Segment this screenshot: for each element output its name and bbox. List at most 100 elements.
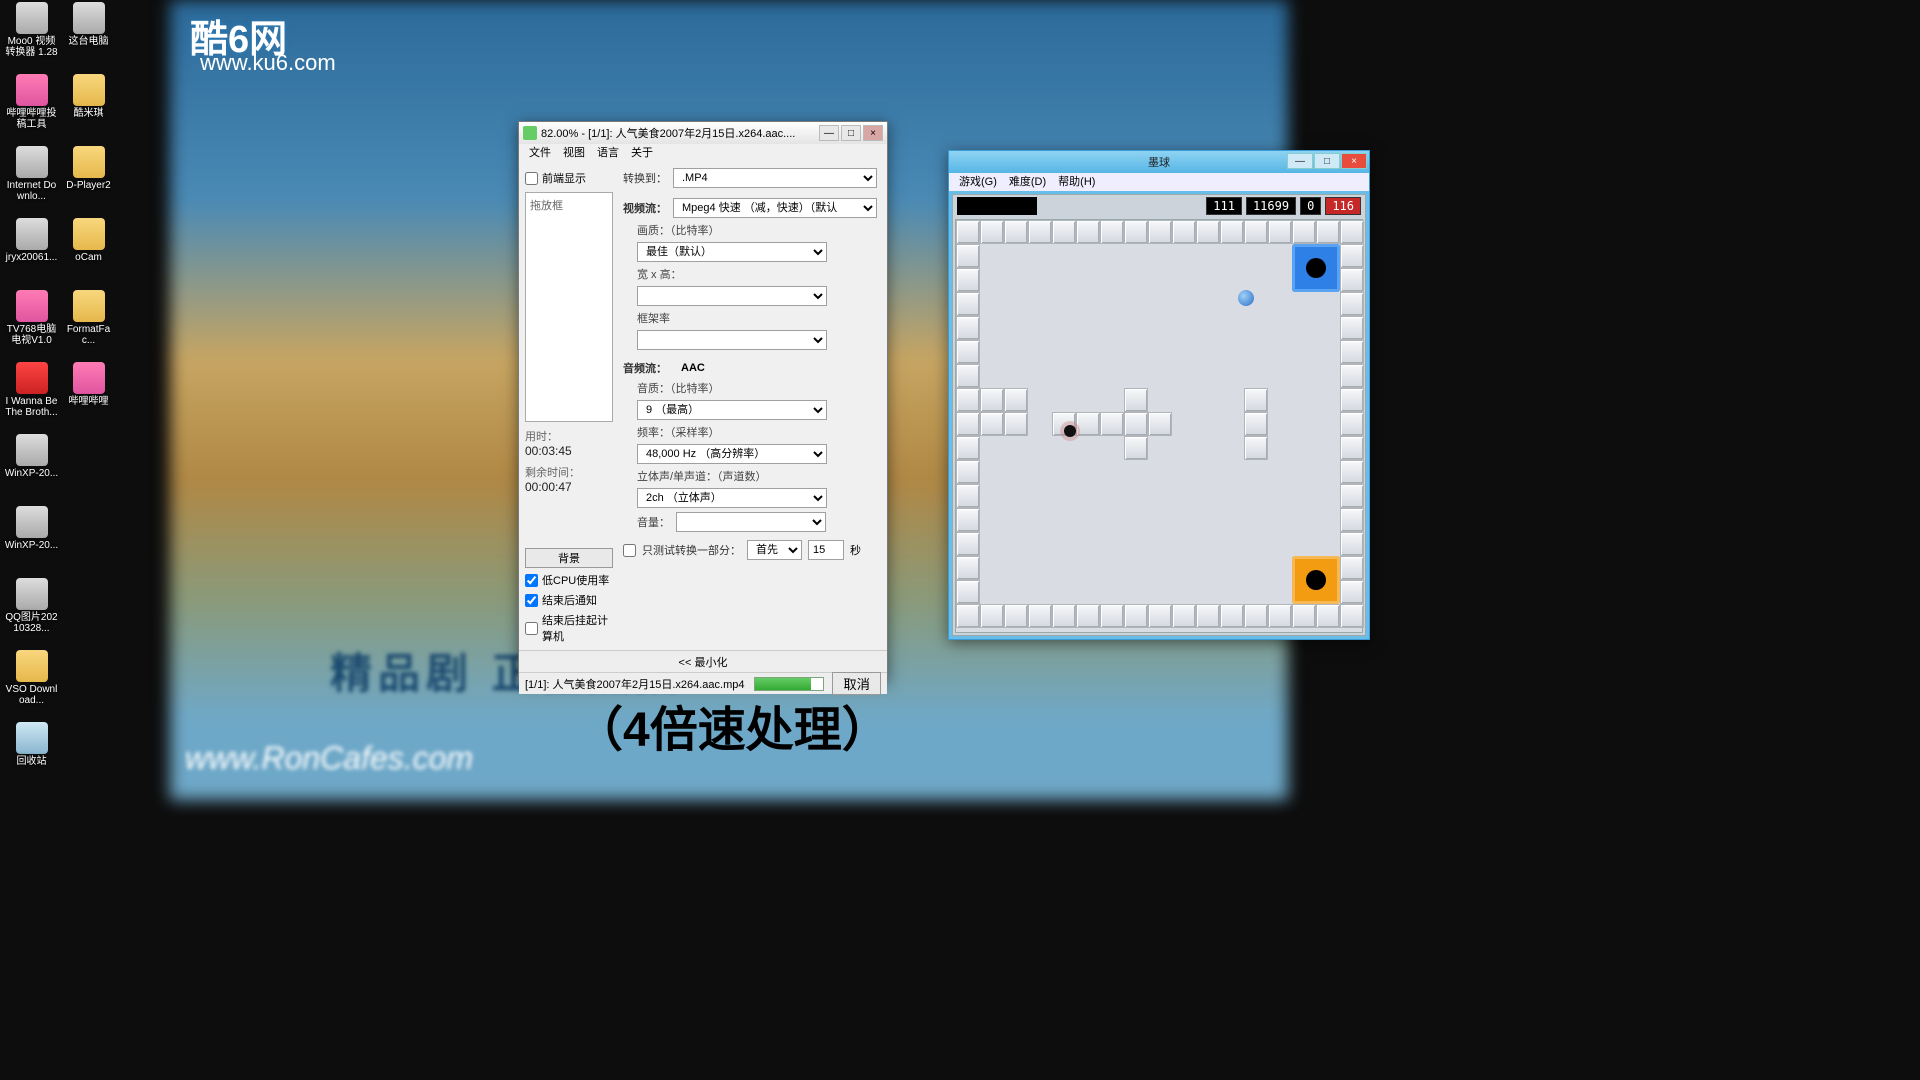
cancel-button[interactable]: 取消 <box>832 672 881 695</box>
board-tile[interactable] <box>956 556 980 580</box>
desktop-icon[interactable]: VSO Download... <box>4 650 59 718</box>
board-tile[interactable] <box>1316 604 1340 628</box>
finish-notify-checkbox[interactable] <box>525 594 538 607</box>
board-tile[interactable] <box>1100 604 1124 628</box>
board-tile[interactable] <box>956 292 980 316</box>
board-tile[interactable] <box>1292 220 1316 244</box>
framerate-select[interactable] <box>637 330 827 350</box>
channel-select[interactable]: 2ch （立体声） <box>637 488 827 508</box>
board-tile[interactable] <box>1004 604 1028 628</box>
board-tile[interactable] <box>1124 604 1148 628</box>
maximize-button[interactable]: □ <box>841 125 861 141</box>
convert-to-select[interactable]: .MP4 <box>673 168 877 188</box>
game-titlebar[interactable]: 墨球 — □ × <box>949 151 1369 173</box>
board-tile[interactable] <box>1148 220 1172 244</box>
game-window[interactable]: 墨球 — □ × 游戏(G)难度(D)帮助(H) 111 11699 0 116 <box>948 150 1370 640</box>
board-tile[interactable] <box>1340 340 1364 364</box>
board-tile[interactable] <box>956 436 980 460</box>
menu-item[interactable]: 关于 <box>631 144 653 162</box>
board-tile[interactable] <box>956 508 980 532</box>
game-minimize-button[interactable]: — <box>1287 153 1313 169</box>
desktop-icon[interactable]: FormatFac... <box>61 290 116 358</box>
board-tile[interactable] <box>1340 484 1364 508</box>
desktop-icon[interactable]: 回收站 <box>4 722 59 790</box>
wh-select[interactable] <box>637 286 827 306</box>
board-tile[interactable] <box>1244 412 1268 436</box>
partial-secs-input[interactable] <box>808 540 844 560</box>
desktop-icon[interactable]: 这台电脑 <box>61 2 116 70</box>
board-tile[interactable] <box>1004 220 1028 244</box>
board-tile[interactable] <box>956 412 980 436</box>
board-tile[interactable] <box>956 460 980 484</box>
board-tile[interactable] <box>1340 412 1364 436</box>
desktop-icon[interactable]: I Wanna Be The Broth... <box>4 362 59 430</box>
partial-checkbox[interactable] <box>623 544 636 557</box>
board-tile[interactable] <box>1028 604 1052 628</box>
board-tile[interactable] <box>1244 220 1268 244</box>
board-tile[interactable] <box>1172 604 1196 628</box>
menu-item[interactable]: 难度(D) <box>1009 173 1046 191</box>
board-tile[interactable] <box>1244 604 1268 628</box>
board-tile[interactable] <box>956 220 980 244</box>
board-tile[interactable] <box>1268 220 1292 244</box>
desktop-icon[interactable]: 酷米琪 <box>61 74 116 142</box>
board-tile[interactable] <box>956 316 980 340</box>
board-tile[interactable] <box>1076 604 1100 628</box>
board-tile[interactable] <box>1340 244 1364 268</box>
board-tile[interactable] <box>1340 364 1364 388</box>
board-tile[interactable] <box>1340 580 1364 604</box>
board-tile[interactable] <box>1076 412 1100 436</box>
quality-select[interactable]: 最佳（默认） <box>637 242 827 262</box>
menu-item[interactable]: 语言 <box>597 144 619 162</box>
board-tile[interactable] <box>980 220 1004 244</box>
board-tile[interactable] <box>1340 388 1364 412</box>
board-tile[interactable] <box>1220 220 1244 244</box>
board-tile[interactable] <box>1004 388 1028 412</box>
menu-item[interactable]: 文件 <box>529 144 551 162</box>
board-tile[interactable] <box>1172 220 1196 244</box>
desktop-icon[interactable]: jryx20061... <box>4 218 59 286</box>
board-tile[interactable] <box>1124 412 1148 436</box>
board-tile[interactable] <box>1340 436 1364 460</box>
game-board[interactable] <box>955 219 1363 633</box>
board-tile[interactable] <box>1220 604 1244 628</box>
board-tile[interactable] <box>1340 460 1364 484</box>
desktop-icon[interactable]: WinXP-20... <box>4 434 59 502</box>
board-tile[interactable] <box>1340 556 1364 580</box>
game-maximize-button[interactable]: □ <box>1314 153 1340 169</box>
board-tile[interactable] <box>956 484 980 508</box>
lowcpu-checkbox[interactable] <box>525 574 538 587</box>
minimize-bar[interactable]: << 最小化 <box>519 650 887 672</box>
board-tile[interactable] <box>1076 220 1100 244</box>
board-tile[interactable] <box>1316 220 1340 244</box>
desktop-icon[interactable]: D-Player2 <box>61 146 116 214</box>
board-tile[interactable] <box>1004 412 1028 436</box>
board-tile[interactable] <box>1340 268 1364 292</box>
board-tile[interactable] <box>956 580 980 604</box>
freq-select[interactable]: 48,000 Hz （高分辨率） <box>637 444 827 464</box>
video-stream-select[interactable]: Mpeg4 快速 （减，快速）（默认 <box>673 198 877 218</box>
drop-area[interactable]: 拖放框 <box>525 192 613 422</box>
board-tile[interactable] <box>1340 532 1364 556</box>
menu-item[interactable]: 帮助(H) <box>1058 173 1095 191</box>
board-tile[interactable] <box>1340 604 1364 628</box>
board-tile[interactable] <box>980 604 1004 628</box>
board-tile[interactable] <box>1196 220 1220 244</box>
close-button[interactable]: × <box>863 125 883 141</box>
board-tile[interactable] <box>1340 292 1364 316</box>
board-tile[interactable] <box>956 388 980 412</box>
video-converter-window[interactable]: 82.00% - [1/1]: 人气美食2007年2月15日.x264.aac.… <box>518 121 888 681</box>
board-tile[interactable] <box>956 532 980 556</box>
desktop-icon[interactable]: TV768电脑电视V1.0 <box>4 290 59 358</box>
menu-item[interactable]: 视图 <box>563 144 585 162</box>
board-tile[interactable] <box>1052 220 1076 244</box>
front-display-checkbox[interactable] <box>525 172 538 185</box>
board-tile[interactable] <box>1244 436 1268 460</box>
board-tile[interactable] <box>1196 604 1220 628</box>
board-tile[interactable] <box>1124 220 1148 244</box>
desktop-icon[interactable]: oCam <box>61 218 116 286</box>
board-tile[interactable] <box>1100 220 1124 244</box>
desktop-icon[interactable]: Internet Downlo... <box>4 146 59 214</box>
board-tile[interactable] <box>1244 388 1268 412</box>
board-tile[interactable] <box>1100 412 1124 436</box>
